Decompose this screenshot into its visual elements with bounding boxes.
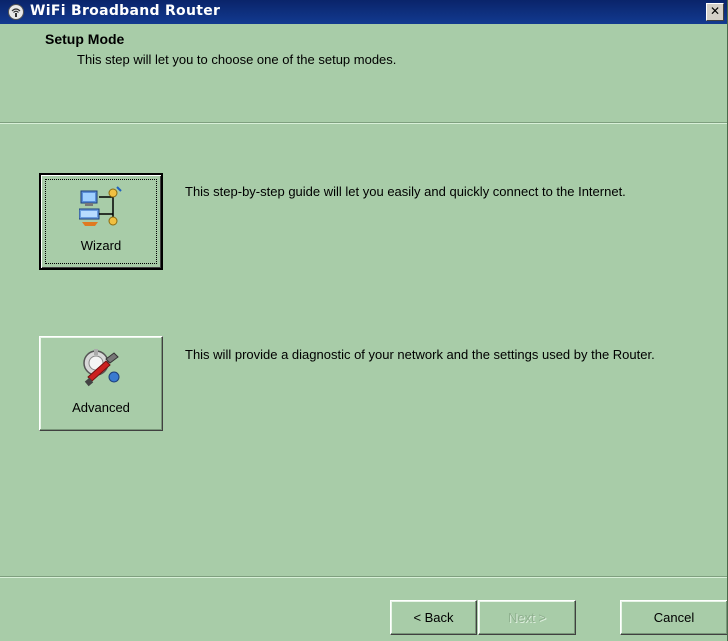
close-icon: ✕ — [709, 4, 721, 18]
wizard-button[interactable]: Wizard — [39, 173, 163, 270]
page-subtitle: This step will let you to choose one of … — [77, 52, 397, 67]
title-bar[interactable]: WiFi Broadband Router ✕ — [0, 0, 727, 24]
wizard-label: Wizard — [80, 238, 122, 253]
page-title: Setup Mode — [45, 31, 125, 47]
next-button[interactable]: Next > — [478, 600, 576, 635]
advanced-tools-icon — [78, 347, 122, 391]
router-app-icon — [8, 4, 24, 20]
advanced-button[interactable]: Advanced — [39, 336, 163, 431]
back-button[interactable]: < Back — [390, 600, 477, 635]
window-title: WiFi Broadband Router — [30, 3, 221, 19]
next-label: Next > — [508, 610, 546, 625]
advanced-label: Advanced — [72, 400, 130, 415]
cancel-button[interactable]: Cancel — [620, 600, 727, 635]
wizard-description: This step-by-step guide will let you eas… — [185, 184, 626, 199]
header-divider — [0, 122, 727, 124]
setup-window: WiFi Broadband Router ✕ Setup Mode This … — [0, 0, 728, 641]
advanced-description: This will provide a diagnostic of your n… — [185, 347, 655, 362]
close-button[interactable]: ✕ — [706, 3, 724, 21]
footer-divider — [0, 576, 727, 578]
network-wizard-icon — [78, 185, 123, 229]
